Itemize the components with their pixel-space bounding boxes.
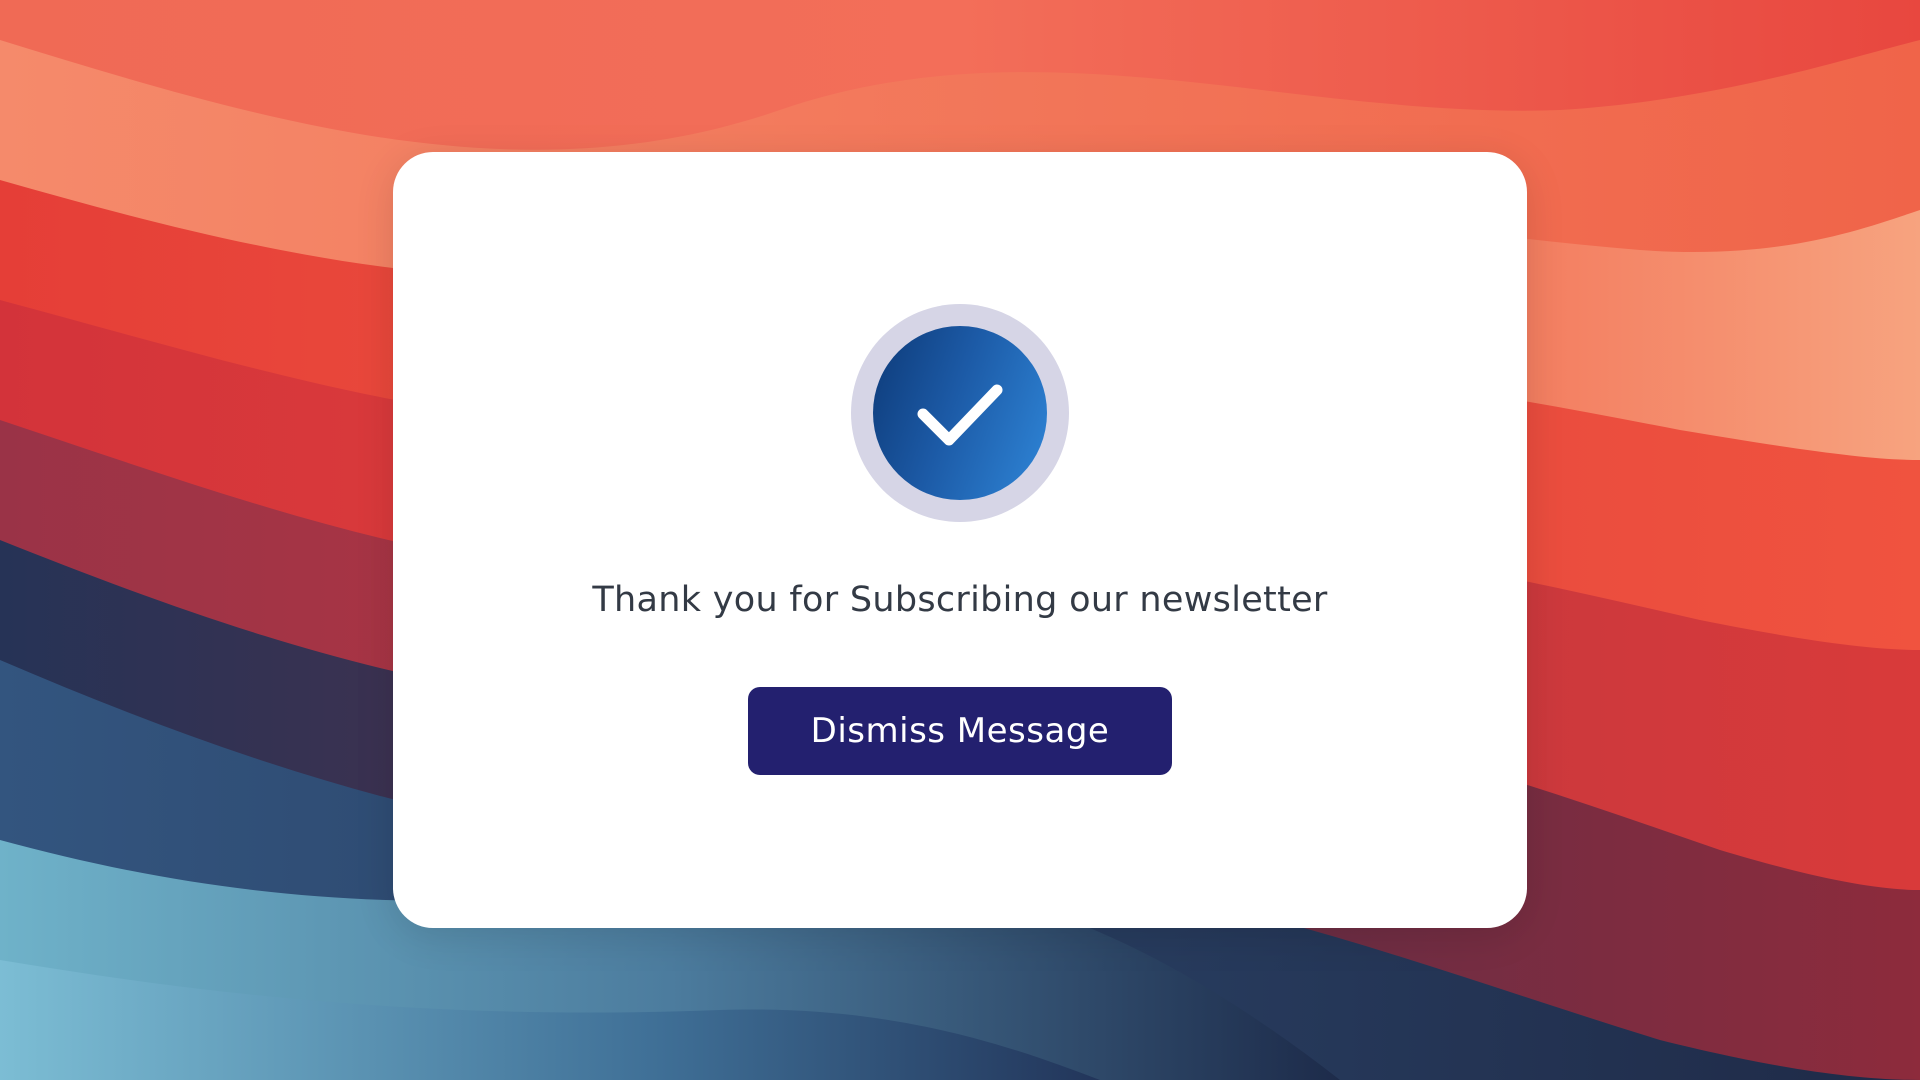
confirmation-message: Thank you for Subscribing our newsletter xyxy=(592,580,1328,620)
dismiss-message-button[interactable]: Dismiss Message xyxy=(748,687,1172,775)
confirmation-dialog: Thank you for Subscribing our newsletter… xyxy=(393,152,1527,928)
success-badge xyxy=(851,304,1069,522)
newsletter-confirmation-screen: Thank you for Subscribing our newsletter… xyxy=(0,0,1920,1080)
success-badge-core xyxy=(873,326,1047,500)
check-circle-icon xyxy=(917,384,1003,446)
